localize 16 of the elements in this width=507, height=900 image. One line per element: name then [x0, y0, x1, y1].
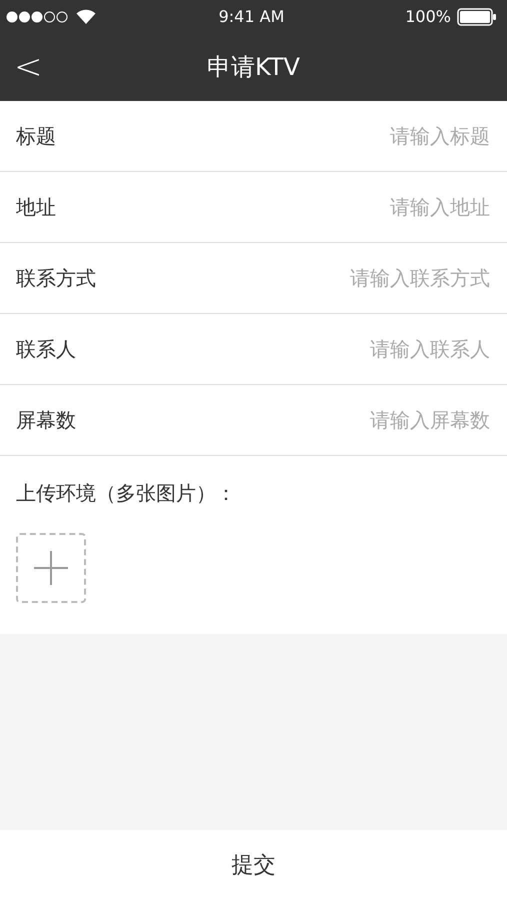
wifi-icon	[76, 9, 96, 24]
upload-label: 上传环境（多张图片）：	[16, 481, 236, 505]
submit-button[interactable]: 提交	[212, 842, 296, 888]
battery-icon	[456, 8, 497, 26]
add-image-button[interactable]	[16, 533, 86, 603]
plus-icon	[34, 551, 68, 585]
field-label: 联系人	[16, 336, 76, 362]
field-label: 标题	[16, 122, 56, 150]
field-label: 屏幕数	[16, 406, 76, 434]
field-label: 联系方式	[16, 264, 96, 292]
signal-icon	[6, 10, 70, 22]
field-label: 地址	[16, 194, 56, 220]
battery-percent: 100%	[405, 7, 451, 26]
back-button[interactable]: <	[0, 47, 56, 87]
page-title: 申请KTV	[207, 52, 300, 83]
status-time: 9:41 AM	[218, 7, 284, 26]
